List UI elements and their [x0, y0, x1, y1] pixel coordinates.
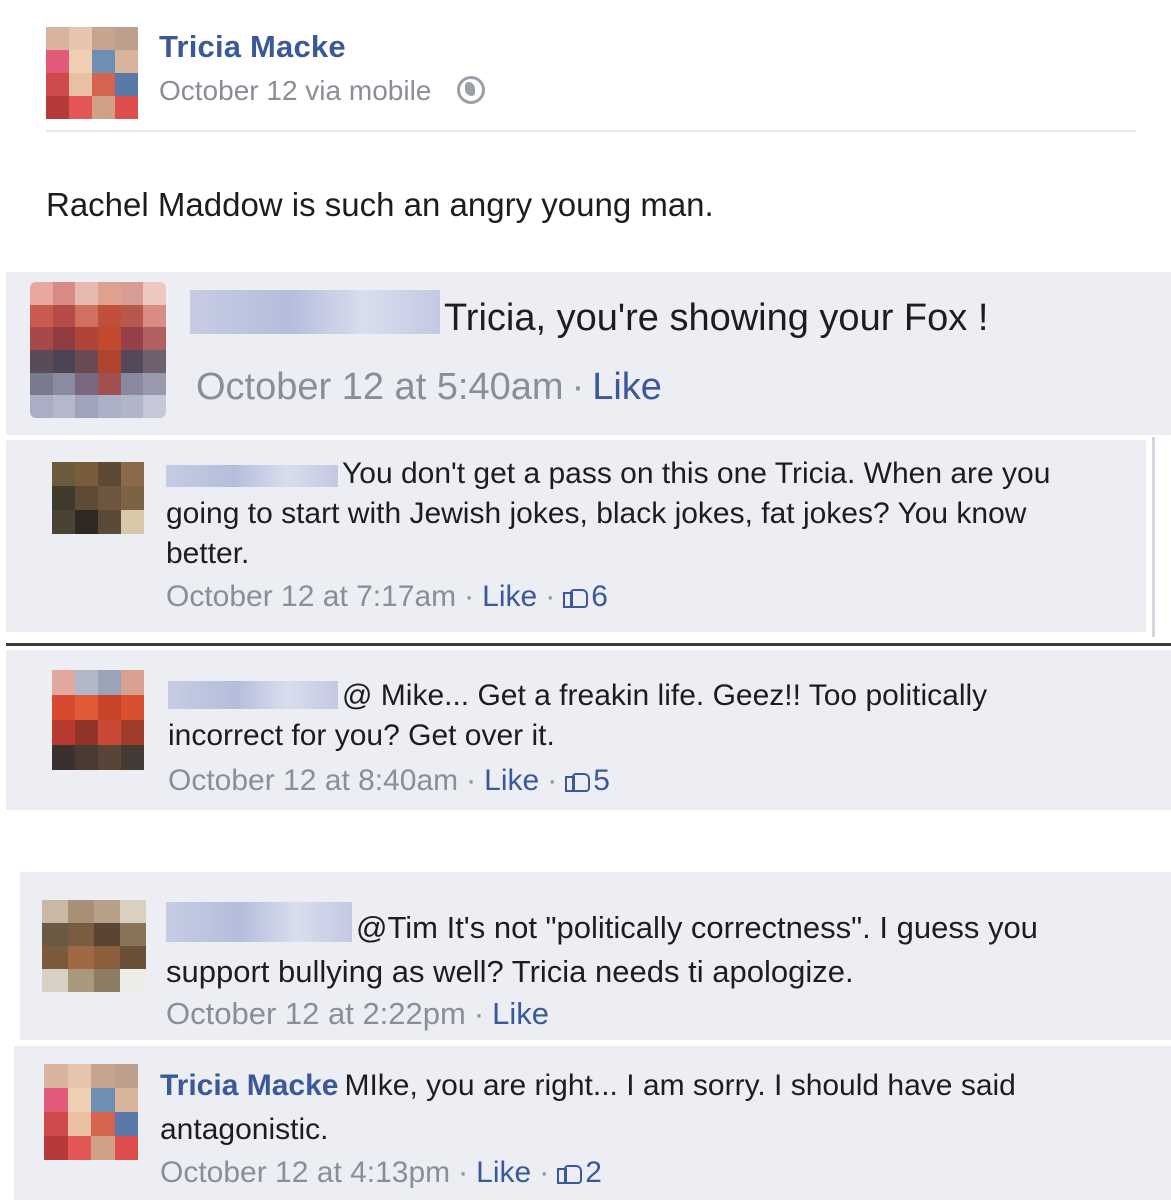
author-photo — [46, 27, 138, 119]
comment: @Tim It's not "politically correctness".… — [20, 872, 1171, 1040]
commenter-photo — [42, 900, 146, 992]
comment-meta: October 12 at 8:40am · Like · 5 — [168, 764, 610, 797]
post-meta-text: October 12 via mobile — [159, 75, 432, 106]
blurred-commenter-name[interactable] — [166, 465, 338, 487]
comment-timestamp[interactable]: October 12 at 7:17am — [166, 580, 456, 613]
blurred-commenter-name[interactable] — [166, 902, 352, 942]
comment-timestamp[interactable]: October 12 at 2:22pm — [166, 996, 466, 1031]
author-avatar[interactable] — [46, 27, 138, 119]
thumbs-up-icon — [557, 1162, 583, 1184]
post-text: Rachel Maddow is such an angry young man… — [46, 186, 714, 223]
like-count[interactable]: 2 — [585, 1156, 602, 1189]
like-link[interactable]: Like — [492, 996, 549, 1031]
comment-body: Tricia, you're showing your Fox ! — [444, 297, 989, 339]
thumbs-up-icon — [565, 770, 591, 792]
author-avatar[interactable] — [44, 1064, 138, 1160]
comment: @ Mike... Get a freakin life. Geez!! Too… — [6, 650, 1171, 810]
comment: You don't get a pass on this one Tricia.… — [6, 440, 1146, 632]
like-count[interactable]: 5 — [593, 764, 610, 797]
comment-text: You don't get a pass on this one Tricia.… — [166, 454, 1076, 574]
divider — [1152, 437, 1155, 637]
like-link[interactable]: Like — [476, 1156, 531, 1189]
blurred-commenter-name[interactable] — [190, 290, 440, 334]
comment-meta: October 12 at 5:40am · Like — [196, 366, 662, 408]
post-meta: October 12 via mobile — [159, 75, 486, 107]
comment: Tricia, you're showing your Fox ! Octobe… — [6, 272, 1171, 435]
globe-icon[interactable] — [457, 76, 486, 104]
comment-meta: October 12 at 7:17am · Like · 6 — [166, 580, 608, 613]
commenter-avatar[interactable] — [52, 462, 144, 534]
author-photo — [44, 1064, 138, 1160]
comment: Tricia Macke MIke, you are right... I am … — [14, 1046, 1171, 1200]
like-link[interactable]: Like — [484, 764, 539, 797]
commenter-photo — [52, 670, 144, 770]
divider — [6, 643, 1171, 646]
like-link[interactable]: Like — [592, 366, 662, 408]
like-link[interactable]: Like — [482, 580, 537, 613]
comment-timestamp[interactable]: October 12 at 8:40am — [168, 764, 458, 797]
blurred-commenter-name[interactable] — [168, 681, 338, 709]
commenter-avatar[interactable] — [52, 670, 144, 770]
comment-timestamp[interactable]: October 12 at 5:40am — [196, 366, 564, 408]
comment-meta: October 12 at 4:13pm · Like · 2 — [160, 1156, 602, 1189]
commenter-photo — [30, 282, 166, 418]
thumbs-up-icon — [563, 586, 589, 608]
comment-meta: October 12 at 2:22pm · Like — [166, 996, 550, 1031]
commenter-avatar[interactable] — [42, 900, 146, 992]
commenter-avatar[interactable] — [30, 282, 166, 418]
comment-text: @Tim It's not "politically correctness".… — [166, 902, 1126, 994]
comment-author-name[interactable]: Tricia Macke — [160, 1069, 338, 1102]
comment-timestamp[interactable]: October 12 at 4:13pm — [160, 1156, 450, 1189]
commenter-photo — [52, 462, 144, 534]
comment-text: Tricia, you're showing your Fox ! — [190, 290, 1150, 342]
post-header: Tricia Macke October 12 via mobile — [46, 27, 1136, 132]
like-count[interactable]: 6 — [591, 580, 608, 613]
comment-text: Tricia Macke MIke, you are right... I am … — [160, 1064, 1120, 1152]
post-author-name[interactable]: Tricia Macke — [159, 29, 346, 65]
comment-text: @ Mike... Get a freakin life. Geez!! Too… — [168, 676, 1068, 756]
